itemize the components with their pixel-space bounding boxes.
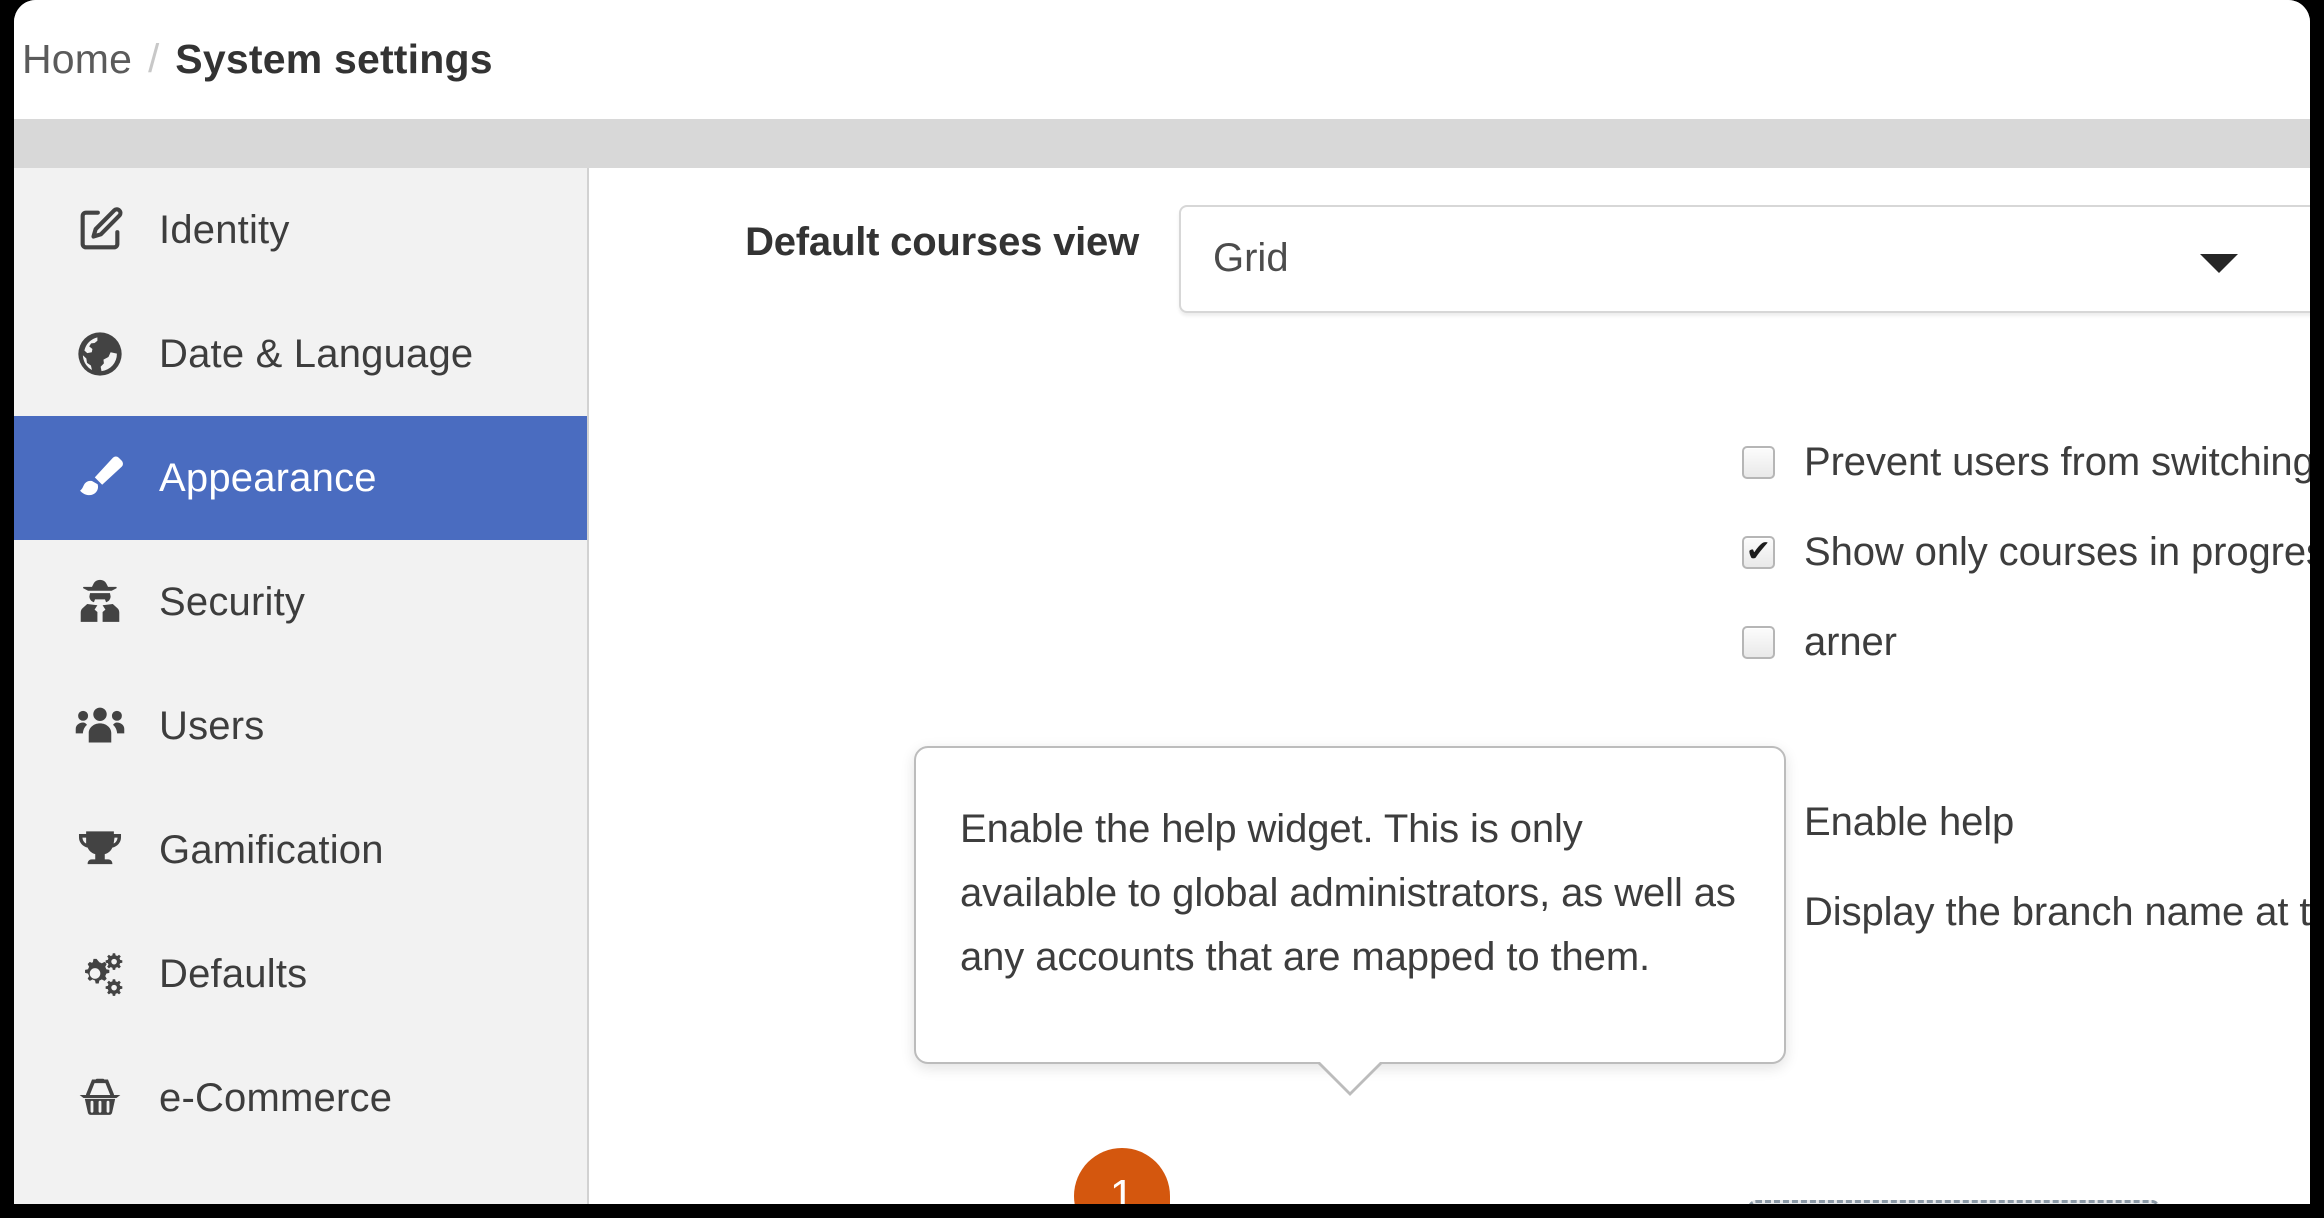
- sidebar-item-date-language[interactable]: Date & Language: [14, 292, 587, 416]
- chevron-down-icon: [2200, 254, 2238, 273]
- users-group-icon: [72, 698, 128, 754]
- page-title: System settings: [175, 36, 493, 82]
- checkbox-courses-in-progress[interactable]: ✔: [1742, 536, 1775, 569]
- sidebar-item-label: Security: [159, 579, 306, 624]
- checkbox-label: Enable help: [1804, 800, 2015, 844]
- sidebar-item-label: Defaults: [159, 951, 308, 996]
- default-courses-view-row: Default courses view Grid: [591, 168, 2310, 338]
- app-page: Home / System settings Identity Date & L…: [14, 0, 2310, 1204]
- toolbar-band: [14, 119, 2310, 168]
- cogs-icon: [72, 946, 128, 1002]
- checkbox-row-obscured[interactable]: ✔ arner: [1742, 620, 1897, 665]
- shopping-basket-icon: [72, 1070, 128, 1126]
- sidebar-item-label: Identity: [159, 207, 290, 252]
- breadcrumb-home-link[interactable]: Home: [22, 36, 132, 83]
- checkbox-prevent-switching[interactable]: ✔: [1742, 446, 1775, 479]
- checkbox-obscured[interactable]: ✔: [1742, 626, 1775, 659]
- body-area: Identity Date & Language Appearance Secu…: [14, 168, 2310, 1204]
- sidebar-item-label: Users: [159, 703, 265, 748]
- sidebar-item-label: Date & Language: [159, 331, 474, 376]
- paintbrush-icon: [72, 450, 128, 506]
- step-marker-number: 1: [1109, 1171, 1135, 1204]
- sidebar-item-label: e-Commerce: [159, 1075, 393, 1120]
- tooltip-arrow: [1319, 1061, 1381, 1092]
- checkbox-row-courses-in-progress[interactable]: ✔ Show only courses in progress for lear…: [1742, 530, 2310, 575]
- select-selected-value: Grid: [1213, 236, 1289, 280]
- sidebar-item-label: Gamification: [159, 827, 384, 872]
- sidebar-item-appearance[interactable]: Appearance: [14, 416, 587, 540]
- default-courses-view-select[interactable]: Grid: [1179, 205, 2310, 313]
- screenshot-frame: Home / System settings Identity Date & L…: [0, 0, 2324, 1218]
- help-tooltip: Enable the help widget. This is only ava…: [914, 746, 1786, 1096]
- checkbox-label: Display the branch name at the navigatio…: [1804, 890, 2310, 934]
- globe-icon: [72, 326, 128, 382]
- identity-edit-icon: [72, 202, 128, 258]
- checkbox-label: Prevent users from switching view: [1804, 440, 2310, 484]
- checkbox-row-prevent-switching[interactable]: ✔ Prevent users from switching view: [1742, 440, 2310, 485]
- user-secret-icon: [72, 574, 128, 630]
- checkbox-label: arner: [1804, 620, 1897, 664]
- dropzone-placeholder[interactable]: [1748, 1200, 2160, 1204]
- default-courses-view-label: Default courses view: [745, 220, 1139, 264]
- sidebar-item-defaults[interactable]: Defaults: [14, 912, 587, 1036]
- breadcrumb: Home / System settings: [14, 0, 2310, 119]
- breadcrumb-separator: /: [148, 37, 160, 81]
- settings-sidebar: Identity Date & Language Appearance Secu…: [14, 168, 589, 1204]
- sidebar-item-gamification[interactable]: Gamification: [14, 788, 587, 912]
- sidebar-item-security[interactable]: Security: [14, 540, 587, 664]
- sidebar-item-identity[interactable]: Identity: [14, 168, 587, 292]
- sidebar-item-label: Appearance: [159, 455, 377, 500]
- trophy-icon: [72, 822, 128, 878]
- help-tooltip-text: Enable the help widget. This is only ava…: [960, 807, 1736, 979]
- step-marker-pin: 1: [1074, 1148, 1170, 1204]
- checkbox-label: Show only courses in progress for learne…: [1804, 530, 2310, 574]
- checkbox-row-display-branch-name[interactable]: ✔ Display the branch name at the navigat…: [1742, 890, 2310, 935]
- sidebar-item-ecommerce[interactable]: e-Commerce: [14, 1036, 587, 1160]
- sidebar-item-users[interactable]: Users: [14, 664, 587, 788]
